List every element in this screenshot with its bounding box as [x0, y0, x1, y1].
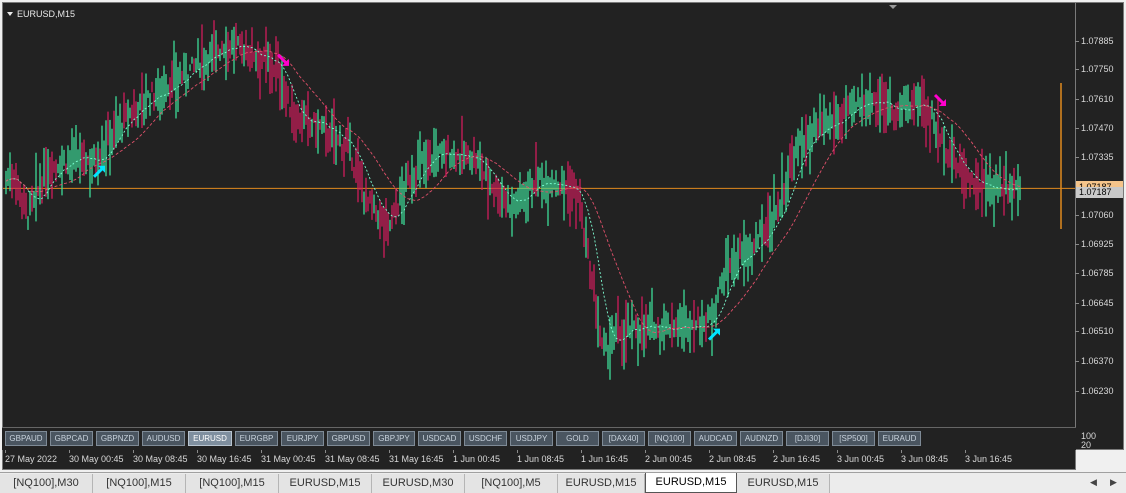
chart-tab[interactable]: [NQ100],M30	[0, 474, 93, 493]
chart-area[interactable]: EURUSD,M15	[2, 2, 1076, 450]
chart-tab[interactable]: EURUSD,M15	[279, 474, 372, 493]
time-tick-label: 3 Jun 00:45	[837, 450, 885, 464]
symbol-button-audnzd[interactable]: AUDNZD	[740, 431, 783, 446]
time-tick-label: 3 Jun 08:45	[901, 450, 949, 464]
chart-tab[interactable]: EURUSD,M30	[372, 474, 465, 493]
symbol-button-gbpaud[interactable]: GBPAUD	[5, 431, 47, 446]
oscillator-scale-label: 20	[1081, 440, 1092, 450]
symbol-button-nq100[interactable]: [NQ100]	[648, 431, 691, 446]
chart-tab[interactable]: EURUSD,M15	[558, 474, 645, 493]
time-tick-label: 2 Jun 00:45	[645, 450, 693, 464]
chart-tab[interactable]: EURUSD,M15	[645, 473, 737, 493]
chart-symbol-title[interactable]: EURUSD,M15	[7, 9, 75, 19]
symbol-button-gold[interactable]: GOLD	[556, 431, 599, 446]
oscillator-scale-labels: 100 20	[1081, 432, 1096, 450]
symbol-button-usdcad[interactable]: USDCAD	[418, 431, 461, 446]
symbol-button-usdchf[interactable]: USDCHF	[464, 431, 507, 446]
symbol-button-gbpusd[interactable]: GBPUSD	[327, 431, 370, 446]
time-tick-label: 31 May 16:45	[389, 450, 444, 464]
price-tick-label: 1.07885	[1075, 35, 1114, 46]
symbol-button-gbpjpy[interactable]: GBPJPY	[373, 431, 415, 446]
symbol-button-strip: GBPAUD GBPCAD GBPNZD AUDUSD EURUSD EURGBP EURJ…	[2, 427, 1076, 450]
time-tick-label: 31 May 00:45	[261, 450, 316, 464]
dropdown-triangle-icon[interactable]	[7, 12, 13, 16]
chart-tab[interactable]: [NQ100],M15	[186, 474, 279, 493]
price-tick-label: 1.07470	[1075, 123, 1114, 134]
time-tick-label: 30 May 08:45	[133, 450, 188, 464]
symbol-button-sp500[interactable]: [SP500]	[832, 431, 875, 446]
price-tick-label: 1.06370	[1075, 356, 1114, 367]
price-tick-label: 1.06925	[1075, 238, 1114, 249]
price-tick-label: 1.06785	[1075, 268, 1114, 279]
symbol-title-label: EURUSD,M15	[17, 9, 76, 19]
chart-tab[interactable]: EURUSD,M15	[737, 474, 830, 493]
price-tick-label: 1.06645	[1075, 297, 1114, 308]
price-tick-label: 1.07335	[1075, 152, 1114, 163]
shift-marker-icon[interactable]	[889, 5, 897, 9]
tab-scroll-left-icon[interactable]: ◀	[1090, 477, 1097, 488]
symbol-button-eurusd[interactable]: EURUSD	[188, 431, 232, 446]
buy-arrow-icon	[707, 328, 720, 341]
time-tick-label: 1 Jun 08:45	[517, 450, 565, 464]
time-tick-label: 31 May 08:45	[325, 450, 380, 464]
time-tick-label: 2 Jun 16:45	[773, 450, 821, 464]
price-tick-label: 1.07750	[1075, 64, 1114, 75]
price-tick-label: 1.07610	[1075, 93, 1114, 104]
chart-tab[interactable]: [NQ100],M15	[93, 474, 186, 493]
price-chart[interactable]	[3, 3, 1076, 428]
time-axis[interactable]: 27 May 2022 30 May 00:45 30 May 08:45 30 Ma…	[2, 450, 1076, 470]
time-tick-label: 2 Jun 08:45	[709, 450, 757, 464]
symbol-button-eurjpy[interactable]: EURJPY	[281, 431, 324, 446]
time-tick-label: 30 May 00:45	[69, 450, 124, 464]
time-tick-label: 30 May 16:45	[197, 450, 252, 464]
price-tick-label: 1.07060	[1075, 210, 1114, 221]
symbol-button-dax40[interactable]: [DAX40]	[602, 431, 645, 446]
tab-scroll-right-icon[interactable]: ▶	[1110, 477, 1117, 488]
price-tick-label: 1.06230	[1075, 385, 1114, 396]
symbol-button-eurgbp[interactable]: EURGBP	[235, 431, 278, 446]
time-tick-label: 3 Jun 16:45	[965, 450, 1013, 464]
time-tick-label: 27 May 2022	[5, 450, 58, 464]
symbol-button-dji30[interactable]: [DJI30]	[786, 431, 829, 446]
symbol-button-usdjpy[interactable]: USDJPY	[510, 431, 553, 446]
price-tick-label: 1.06510	[1075, 326, 1114, 337]
price-axis[interactable]: 1.07885 1.07750 1.07610 1.07470 1.07335 1.070…	[1075, 2, 1124, 450]
terminal-window: EURUSD,M15 1.07885 1.07750 1.07610 1.07470 1…	[0, 0, 1126, 493]
time-tick-label: 1 Jun 00:45	[453, 450, 501, 464]
time-tick-label: 1 Jun 16:45	[581, 450, 629, 464]
symbol-button-gbpcad[interactable]: GBPCAD	[50, 431, 93, 446]
symbol-button-euraud[interactable]: EURAUD	[878, 431, 921, 446]
bid-price-label: 1.07187	[1076, 187, 1123, 199]
sell-arrow-icon	[933, 93, 946, 106]
symbol-button-audcad[interactable]: AUDCAD	[694, 431, 737, 446]
chart-tab-bar: ◀ ▶ [NQ100],M30 [NQ100],M15 [NQ100],M15 EUR…	[0, 472, 1126, 493]
symbol-button-audusd[interactable]: AUDUSD	[142, 431, 185, 446]
symbol-button-gbpnzd[interactable]: GBPNZD	[96, 431, 139, 446]
chart-tab[interactable]: [NQ100],M5	[465, 474, 558, 493]
